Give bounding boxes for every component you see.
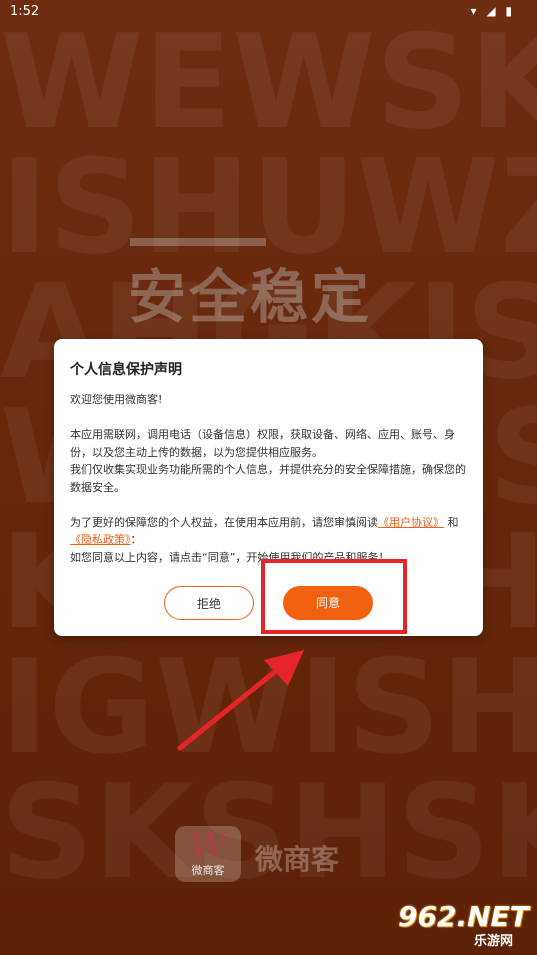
highlight-box [261, 559, 407, 634]
welcome-text: 欢迎您使用微商客! [70, 393, 163, 406]
watermark-number: 962.NET [398, 900, 529, 933]
user-agreement-link[interactable]: 《用户协议》 [378, 516, 444, 529]
agreement-prefix: 为了更好的保障您的个人权益，在使用本应用前，请您审慎阅读 [70, 515, 378, 529]
agreement-text: 为了更好的保障您的个人权益，在使用本应用前，请您审慎阅读《用户协议》 和 《隐私… [70, 514, 468, 549]
dialog-title: 个人信息保护声明 [70, 362, 182, 378]
dialog-body: 欢迎您使用微商客! 本应用需联网，调用电话（设备信息）权限，获取设备、网络、应用… [70, 391, 468, 566]
colon-text: ： [130, 533, 142, 546]
and-text: 和 [447, 515, 459, 529]
app-screen: WEWSKU ISHUWZ AHGKIS WSHSIS KWSKHS IGWIS… [0, 0, 537, 955]
permission-text: 本应用需联网，调用电话（设备信息）权限，获取设备、网络、应用、账号、身份，以及您… [70, 428, 455, 459]
privacy-policy-link[interactable]: 《隐私政策》 [70, 533, 131, 546]
reject-button[interactable]: 拒绝 [164, 586, 254, 620]
pointer-arrow-icon [177, 650, 304, 751]
security-text: 我们仅收集实现业务功能所需的个人信息，并提供充分的安全保障措施，确保您的数据安全… [70, 463, 466, 494]
watermark-site: 乐游网 [474, 934, 514, 949]
site-watermark: 962.NET 乐游网 [398, 900, 534, 952]
